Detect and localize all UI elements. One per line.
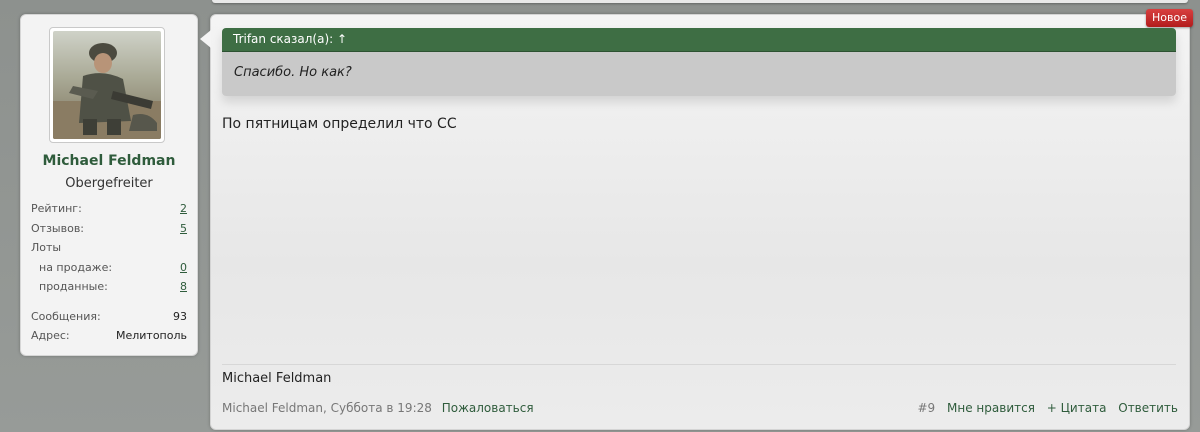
stat-reviews: Отзывов: 5 xyxy=(31,219,187,239)
post-actions: #9 Мне нравится + Цитата Ответить xyxy=(910,401,1179,419)
quote-text: Спасибо. Но как? xyxy=(222,52,1176,96)
stat-on-sale: на продаже: 0 xyxy=(31,258,187,278)
username[interactable]: Michael Feldman xyxy=(21,153,197,169)
rating-link[interactable]: 2 xyxy=(180,199,187,219)
quote-link[interactable]: + Цитата xyxy=(1047,401,1107,415)
go-to-quote-icon[interactable]: ↑ xyxy=(337,32,347,46)
stat-label: Лоты xyxy=(31,241,62,254)
stat-spacer xyxy=(31,297,187,307)
quote-block: Trifan сказал(а): ↑ Спасибо. Но как? xyxy=(222,28,1176,96)
reviews-link[interactable]: 5 xyxy=(180,219,187,239)
stat-rating: Рейтинг: 2 xyxy=(31,199,187,219)
stat-label: Отзывов: xyxy=(31,221,85,235)
new-badge: Новое xyxy=(1146,9,1193,27)
sold-link[interactable]: 8 xyxy=(180,277,187,297)
previous-post-edge xyxy=(212,0,1188,3)
quote-header: Trifan сказал(а): ↑ xyxy=(222,28,1176,52)
user-rank: Obergefreiter xyxy=(65,176,153,191)
avatar-image xyxy=(53,31,161,139)
signature: Michael Feldman xyxy=(222,371,332,386)
user-info-card: Michael Feldman Obergefreiter Рейтинг: 2… xyxy=(20,14,198,356)
stat-messages: Сообщения: 93 xyxy=(31,307,187,327)
stat-label: Адрес: xyxy=(31,329,70,342)
reply-link[interactable]: Ответить xyxy=(1118,401,1178,415)
stat-label: Сообщения: xyxy=(31,309,101,323)
post-number[interactable]: #9 xyxy=(918,401,936,415)
stat-label: на продаже: xyxy=(39,260,113,274)
on-sale-link[interactable]: 0 xyxy=(180,258,187,278)
stat-label: проданные: xyxy=(39,280,108,293)
avatar[interactable] xyxy=(49,27,165,143)
address-value: Мелитополь xyxy=(115,329,187,342)
post-pointer-arrow xyxy=(200,30,211,48)
stat-label: Рейтинг: xyxy=(31,202,82,215)
author-date[interactable]: Michael Feldman, Суббота в 19:28 xyxy=(222,401,432,415)
post-footer: Michael Feldman, Суббота в 19:28 Пожалов… xyxy=(222,401,1178,419)
like-link[interactable]: Мне нравится xyxy=(947,401,1035,415)
stat-address: Адрес: Мелитополь xyxy=(31,326,187,346)
message-text: По пятницам определил что СС xyxy=(222,116,457,132)
quote-author: Trifan сказал(а): xyxy=(233,32,334,46)
post-meta: Michael Feldman, Суббота в 19:28 Пожалов… xyxy=(222,401,534,419)
signature-divider xyxy=(222,364,1176,365)
user-stats: Рейтинг: 2 Отзывов: 5 Лоты на продаже: 0… xyxy=(31,199,187,346)
report-link[interactable]: Пожаловаться xyxy=(442,401,534,415)
messages-count: 93 xyxy=(173,309,187,323)
stat-lots: Лоты xyxy=(31,238,187,258)
forum-post-page: Michael Feldman Obergefreiter Рейтинг: 2… xyxy=(0,0,1200,432)
stat-sold: проданные: 8 xyxy=(31,277,187,297)
